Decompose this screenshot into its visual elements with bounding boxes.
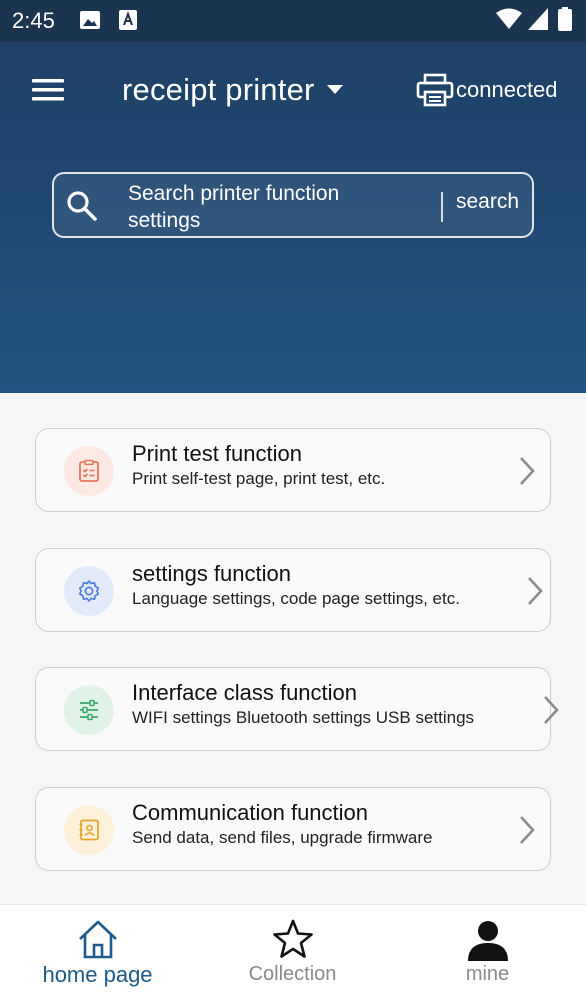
nav-mine[interactable]: mine: [390, 905, 585, 1000]
chevron-right-icon: [528, 577, 543, 605]
search-bar: search: [52, 172, 534, 238]
status-bar: 2:45: [0, 0, 586, 42]
status-time: 2:45: [12, 8, 55, 33]
nav-home[interactable]: home page: [0, 905, 195, 1000]
card-subtitle: WIFI settings Bluetooth settings USB set…: [132, 708, 475, 727]
nav-collection[interactable]: Collection: [195, 905, 390, 1000]
page-title: receipt printer: [122, 72, 315, 107]
caret-down-icon: [326, 85, 343, 94]
card-subtitle: Print self-test page, print test, etc.: [132, 469, 386, 488]
card-title: settings function: [132, 561, 291, 586]
card-icon-bg: [64, 446, 114, 496]
sliders-icon: [80, 699, 98, 721]
search-button[interactable]: search: [456, 190, 519, 214]
printer-connection-status[interactable]: connected: [416, 72, 558, 108]
function-card-print-test[interactable]: Print test function Print self-test page…: [35, 428, 551, 512]
search-divider: [441, 192, 443, 222]
search-icon: [67, 191, 97, 221]
card-subtitle: Language settings, code page settings, e…: [132, 589, 460, 608]
card-title: Print test function: [132, 441, 302, 466]
printer-model-dropdown[interactable]: receipt printer: [122, 70, 343, 110]
card-icon-bg: [64, 805, 114, 855]
hamburger-menu-icon[interactable]: [30, 76, 66, 104]
a-badge-icon: [119, 10, 137, 30]
app-header: 2:45 receipt printer connected Search pr…: [0, 0, 586, 393]
wifi-icon: [496, 8, 522, 29]
nav-label: mine: [465, 963, 510, 985]
nav-label: home page: [42, 962, 153, 987]
search-input[interactable]: [128, 180, 416, 232]
chevron-right-icon: [520, 816, 535, 844]
image-icon: [80, 11, 100, 29]
clipboard-checklist-icon: [79, 459, 99, 482]
chevron-right-icon: [520, 457, 535, 485]
card-title: Communication function: [132, 800, 369, 825]
card-subtitle: Send data, send files, upgrade firmware: [132, 828, 433, 847]
function-card-communication[interactable]: Communication function Send data, send f…: [35, 787, 551, 871]
home-icon: [79, 920, 117, 959]
nav-label: Collection: [248, 963, 337, 985]
bottom-navigation: home page Collection mine: [0, 904, 586, 1000]
connection-status-text: connected: [456, 77, 558, 102]
function-card-interface[interactable]: Interface class function WIFI settings B…: [35, 667, 559, 751]
battery-icon: [558, 7, 572, 31]
contact-card-icon: [79, 819, 99, 841]
printer-icon: [416, 73, 454, 107]
card-title: Interface class function: [132, 680, 358, 705]
signal-icon: [528, 8, 548, 30]
star-icon: [273, 919, 313, 958]
user-icon: [468, 921, 508, 961]
gear-icon: [78, 580, 100, 602]
card-icon-bg: [64, 685, 114, 735]
function-card-settings[interactable]: settings function Language settings, cod…: [35, 548, 551, 632]
chevron-right-icon: [544, 696, 559, 724]
card-icon-bg: [64, 566, 114, 616]
